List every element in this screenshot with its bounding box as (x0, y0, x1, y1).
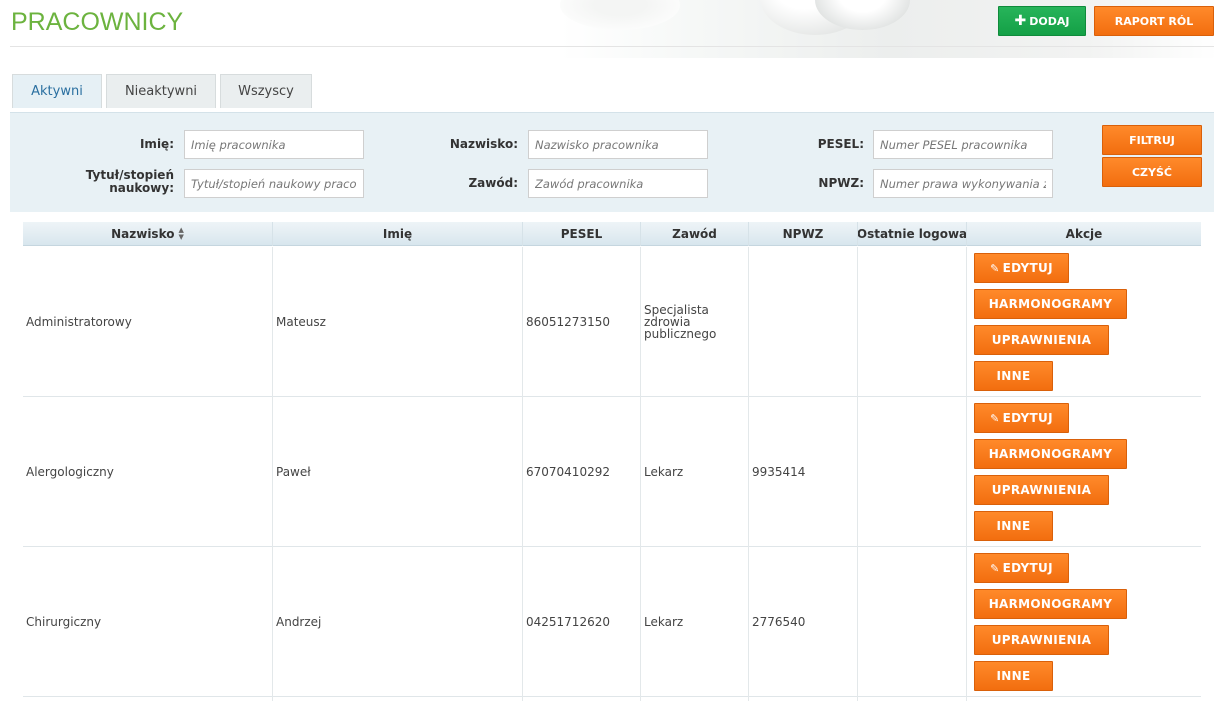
employees-table: Nazwisko ▲ ▼ Imię PESEL Zawód NPWZ Ostatn… (23, 222, 1201, 701)
npwz-label: NPWZ: (818, 176, 864, 190)
plus-icon: ✚ (1014, 13, 1027, 29)
pesel-input[interactable] (873, 130, 1053, 159)
filter-panel: Imię: Tytuł/stopień naukowy: Nazwisko: Z… (10, 112, 1214, 212)
permissions-button[interactable]: UPRAWNIENIA (974, 325, 1109, 355)
cell-npwz: 9935414 (749, 397, 858, 547)
cell-imie: Paweł (273, 397, 523, 547)
last-name-label: Nazwisko: (449, 137, 518, 151)
table-header: Nazwisko ▲ ▼ Imię PESEL Zawód NPWZ Ostatn… (23, 222, 1201, 246)
add-button[interactable]: ✚ DODAJ (998, 6, 1086, 36)
tab-nieaktywni[interactable]: Nieaktywni (106, 74, 216, 108)
roles-report-label: RAPORT RÓL (1114, 14, 1194, 28)
tab-wszyscy[interactable]: Wszyscy (220, 74, 312, 108)
title-degree-input[interactable] (184, 169, 364, 198)
cell-nazwisko: Alergologiczny (23, 397, 273, 547)
add-button-label: DODAJ (1029, 14, 1070, 28)
profession-label: Zawód: (468, 176, 518, 190)
edit-button[interactable]: ✎ EDYTUJ (974, 403, 1069, 433)
sort-icon: ▲ ▼ (178, 226, 184, 241)
cell-imie: Mateusz (273, 247, 523, 397)
column-header-imie[interactable]: Imię (273, 222, 523, 246)
cell-npwz: 2776540 (749, 547, 858, 697)
pesel-label: PESEL: (817, 137, 864, 151)
cell-imie: Andrzej (273, 547, 523, 697)
clear-button[interactable]: CZYŚĆ (1102, 157, 1202, 187)
first-name-label: Imię: (139, 137, 174, 151)
other-button[interactable]: INNE (974, 361, 1053, 391)
roles-report-button[interactable]: RAPORT RÓL (1094, 6, 1214, 36)
cell-last-login (858, 397, 967, 547)
page-title: PRACOWNICY (11, 8, 184, 36)
cell-actions: ✎ EDYTUJ HARMONOGRAMY UPRAWNIENIA INNE (967, 247, 1201, 397)
table-row: Alergologiczny Paweł 67070410292 Lekarz … (23, 397, 1201, 547)
edit-button[interactable]: ✎ EDYTUJ (974, 553, 1069, 583)
page-header: PRACOWNICY ✚ DODAJ RAPORT RÓL (0, 0, 1218, 58)
last-name-input[interactable] (528, 130, 708, 159)
column-header-pesel[interactable]: PESEL (523, 222, 641, 246)
cell-last-login (858, 247, 967, 397)
schedules-button[interactable]: HARMONOGRAMY (974, 589, 1127, 619)
filter-button[interactable]: FILTRUJ (1102, 125, 1202, 155)
cell-pesel: 86051273150 (523, 247, 641, 397)
column-header-zawod[interactable]: Zawód (641, 222, 749, 246)
edit-button[interactable]: ✎ EDYTUJ (974, 253, 1069, 283)
other-button[interactable]: INNE (974, 511, 1053, 541)
table-row (23, 697, 1201, 701)
column-header-nazwisko[interactable]: Nazwisko ▲ ▼ (23, 222, 273, 246)
permissions-button[interactable]: UPRAWNIENIA (974, 475, 1109, 505)
cell-pesel: 67070410292 (523, 397, 641, 547)
column-header-npwz[interactable]: NPWZ (749, 222, 858, 246)
cell-last-login (858, 547, 967, 697)
permissions-button[interactable]: UPRAWNIENIA (974, 625, 1109, 655)
cell-nazwisko: Administratorowy (23, 247, 273, 397)
cell-actions: ✎ EDYTUJ HARMONOGRAMY UPRAWNIENIA INNE (967, 547, 1201, 697)
header-divider (10, 46, 1214, 47)
cell-zawod: Lekarz (641, 547, 749, 697)
pencil-icon: ✎ (990, 261, 1000, 275)
cell-nazwisko: Chirurgiczny (23, 547, 273, 697)
cell-zawod: Lekarz (641, 397, 749, 547)
other-button[interactable]: INNE (974, 661, 1053, 691)
pencil-icon: ✎ (990, 561, 1000, 575)
cell-pesel: 04251712620 (523, 547, 641, 697)
cell-zawod: Specjalista zdrowia publicznego (641, 247, 749, 397)
cell-npwz (749, 247, 858, 397)
pencil-icon: ✎ (990, 411, 1000, 425)
table-row: Administratorowy Mateusz 86051273150 Spe… (23, 247, 1201, 397)
column-header-last-login[interactable]: Ostatnie logowa (858, 222, 967, 246)
profession-input[interactable] (528, 169, 708, 198)
npwz-input[interactable] (873, 169, 1053, 198)
first-name-input[interactable] (184, 130, 364, 159)
table-row: Chirurgiczny Andrzej 04251712620 Lekarz … (23, 547, 1201, 697)
schedules-button[interactable]: HARMONOGRAMY (974, 289, 1127, 319)
column-header-akcje: Akcje (1065, 227, 1103, 241)
schedules-button[interactable]: HARMONOGRAMY (974, 439, 1127, 469)
cell-actions: ✎ EDYTUJ HARMONOGRAMY UPRAWNIENIA INNE (967, 397, 1201, 547)
title-degree-label: Tytuł/stopień naukowy: (85, 168, 174, 195)
tab-aktywni[interactable]: Aktywni (12, 74, 102, 108)
